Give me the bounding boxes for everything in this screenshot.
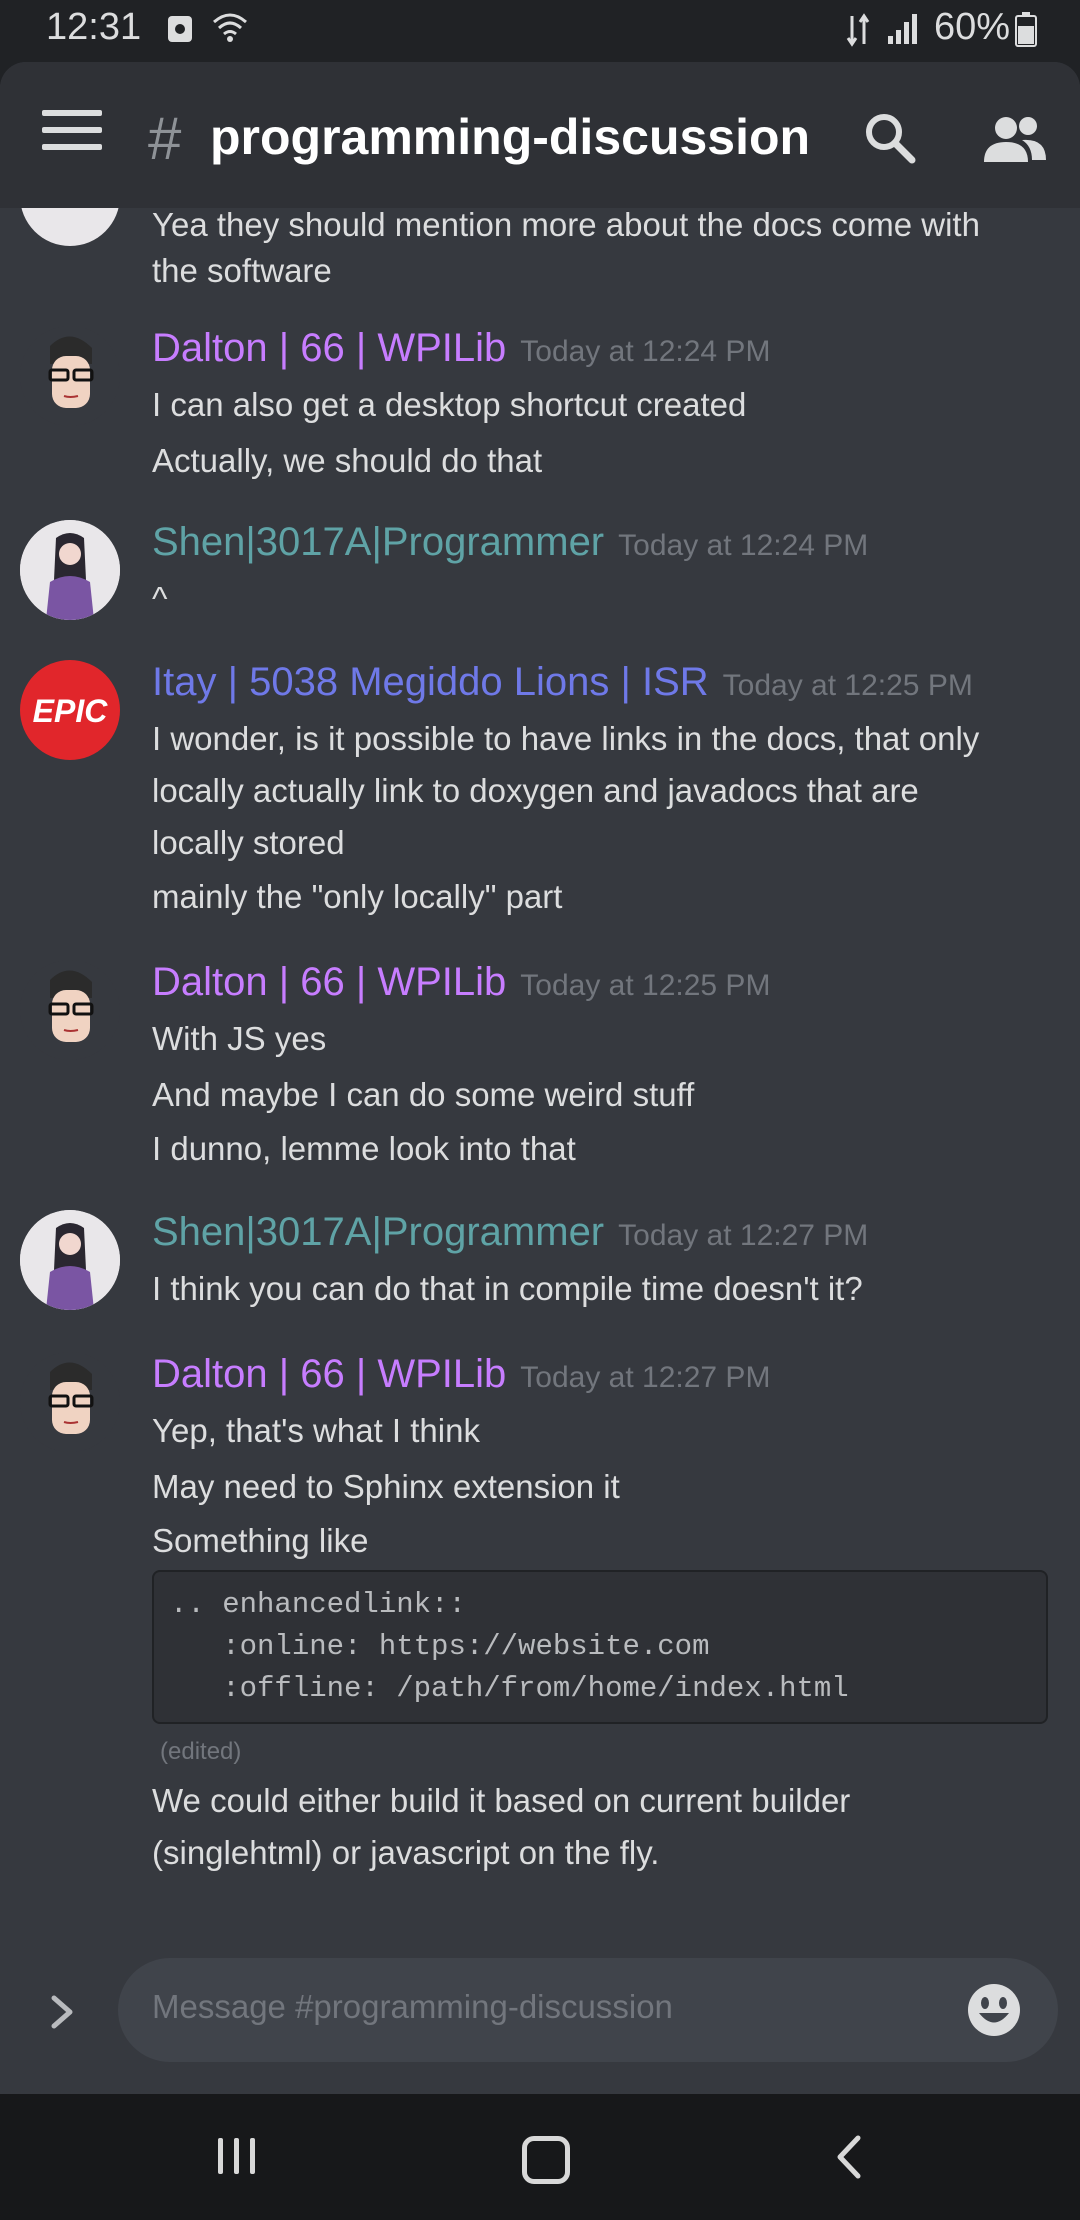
signal-icon bbox=[888, 14, 917, 44]
message-input-placeholder: Message #programming-discussion bbox=[152, 1988, 673, 2025]
author-name[interactable]: Dalton | 66 | WPILib Today at 12:24 PM bbox=[152, 326, 770, 371]
expand-icon[interactable] bbox=[48, 1992, 78, 2032]
message-line: Actually, we should do that bbox=[152, 442, 543, 479]
dalton-avatar-image bbox=[20, 960, 120, 1060]
message-line: And maybe I can do some weird stuff bbox=[152, 1076, 695, 1113]
message-line: locally stored bbox=[152, 824, 345, 861]
members-icon[interactable] bbox=[982, 112, 1048, 168]
edited-marker: (edited) bbox=[160, 1738, 242, 1765]
app-window: # programming-discussion Yea they should… bbox=[0, 62, 1080, 2094]
data-transfer-icon bbox=[846, 13, 870, 47]
home-icon[interactable] bbox=[522, 2136, 570, 2184]
author-name[interactable]: Itay | 5038 Megiddo Lions | ISR Today at … bbox=[152, 660, 973, 705]
svg-text:EPIC: EPIC bbox=[33, 693, 109, 729]
message-timestamp: Today at 12:27 PM bbox=[618, 1219, 869, 1252]
avatar[interactable] bbox=[20, 960, 120, 1060]
status-time: 12:31 bbox=[46, 6, 142, 48]
avatar[interactable] bbox=[20, 326, 120, 426]
shen-avatar-image bbox=[20, 520, 120, 620]
message-line: May need to Sphinx extension it bbox=[152, 1468, 620, 1505]
recent-apps-icon[interactable] bbox=[218, 2138, 266, 2179]
code-line: .. enhancedlink:: bbox=[170, 1588, 466, 1621]
status-bar: 12:31 60% bbox=[0, 0, 1080, 62]
avatar[interactable] bbox=[20, 1352, 120, 1452]
message-timestamp: Today at 12:24 PM bbox=[618, 529, 869, 562]
message-line: (singlehtml) or javascript on the fly. bbox=[152, 1834, 660, 1871]
message-line: locally actually link to doxygen and jav… bbox=[152, 772, 919, 809]
channel-title: programming-discussion bbox=[210, 109, 811, 165]
hamburger-menu-icon[interactable] bbox=[42, 110, 102, 160]
author-name[interactable]: Shen|3017A|Programmer Today at 12:24 PM bbox=[152, 520, 868, 565]
back-icon[interactable] bbox=[830, 2134, 870, 2180]
search-icon[interactable] bbox=[860, 108, 920, 168]
message-timestamp: Today at 12:27 PM bbox=[520, 1361, 771, 1394]
dalton-avatar-image bbox=[20, 326, 120, 426]
message-line: the software bbox=[152, 252, 332, 289]
epic-logo: EPIC bbox=[33, 693, 109, 729]
message-line: I can also get a desktop shortcut create… bbox=[152, 386, 747, 423]
battery-percent: 60% bbox=[933, 6, 1010, 48]
system-nav-bar bbox=[0, 2094, 1080, 2220]
avatar[interactable] bbox=[20, 520, 120, 620]
message-line: mainly the "only locally" part bbox=[152, 878, 563, 915]
message-line: I dunno, lemme look into that bbox=[152, 1130, 576, 1167]
code-block[interactable]: .. enhancedlink:: :online: https://websi… bbox=[152, 1570, 1048, 1724]
avatar[interactable] bbox=[20, 1210, 120, 1310]
dalton-avatar-image bbox=[20, 1352, 120, 1452]
shen-avatar-image bbox=[20, 1210, 120, 1310]
message-line: Yep, that's what I think bbox=[152, 1412, 480, 1449]
code-line: :online: https://website.com bbox=[170, 1630, 710, 1663]
message-line: Something like bbox=[152, 1522, 369, 1559]
message-line: I think you can do that in compile time … bbox=[152, 1270, 863, 1307]
wifi-icon bbox=[213, 13, 247, 42]
avatar[interactable]: EPIC bbox=[20, 660, 120, 760]
message-composer: Message #programming-discussion bbox=[0, 1952, 1080, 2072]
message-timestamp: Today at 12:25 PM bbox=[722, 669, 973, 702]
message-line: Yea they should mention more about the d… bbox=[152, 206, 980, 243]
screen-record-icon bbox=[168, 16, 192, 42]
author-name[interactable]: Dalton | 66 | WPILib Today at 12:25 PM bbox=[152, 960, 770, 1005]
message-line: With JS yes bbox=[152, 1020, 327, 1057]
message-timestamp: Today at 12:25 PM bbox=[520, 969, 771, 1002]
author-name[interactable]: Dalton | 66 | WPILib Today at 12:27 PM bbox=[152, 1352, 770, 1397]
message-line: We could either build it based on curren… bbox=[152, 1782, 851, 1819]
battery-icon bbox=[1015, 12, 1037, 47]
author-name[interactable]: Shen|3017A|Programmer Today at 12:27 PM bbox=[152, 1210, 868, 1255]
message-line: I wonder, is it possible to have links i… bbox=[152, 720, 980, 757]
emoji-icon[interactable] bbox=[966, 1982, 1022, 2038]
message-timestamp: Today at 12:24 PM bbox=[520, 335, 771, 368]
message-line: ^ bbox=[152, 580, 168, 617]
channel-hash-icon: # bbox=[148, 105, 182, 172]
message-list[interactable]: Yea they should mention more about the d… bbox=[0, 146, 1080, 2008]
code-line: :offline: /path/from/home/index.html bbox=[170, 1672, 849, 1705]
channel-header: # programming-discussion bbox=[0, 62, 1080, 208]
